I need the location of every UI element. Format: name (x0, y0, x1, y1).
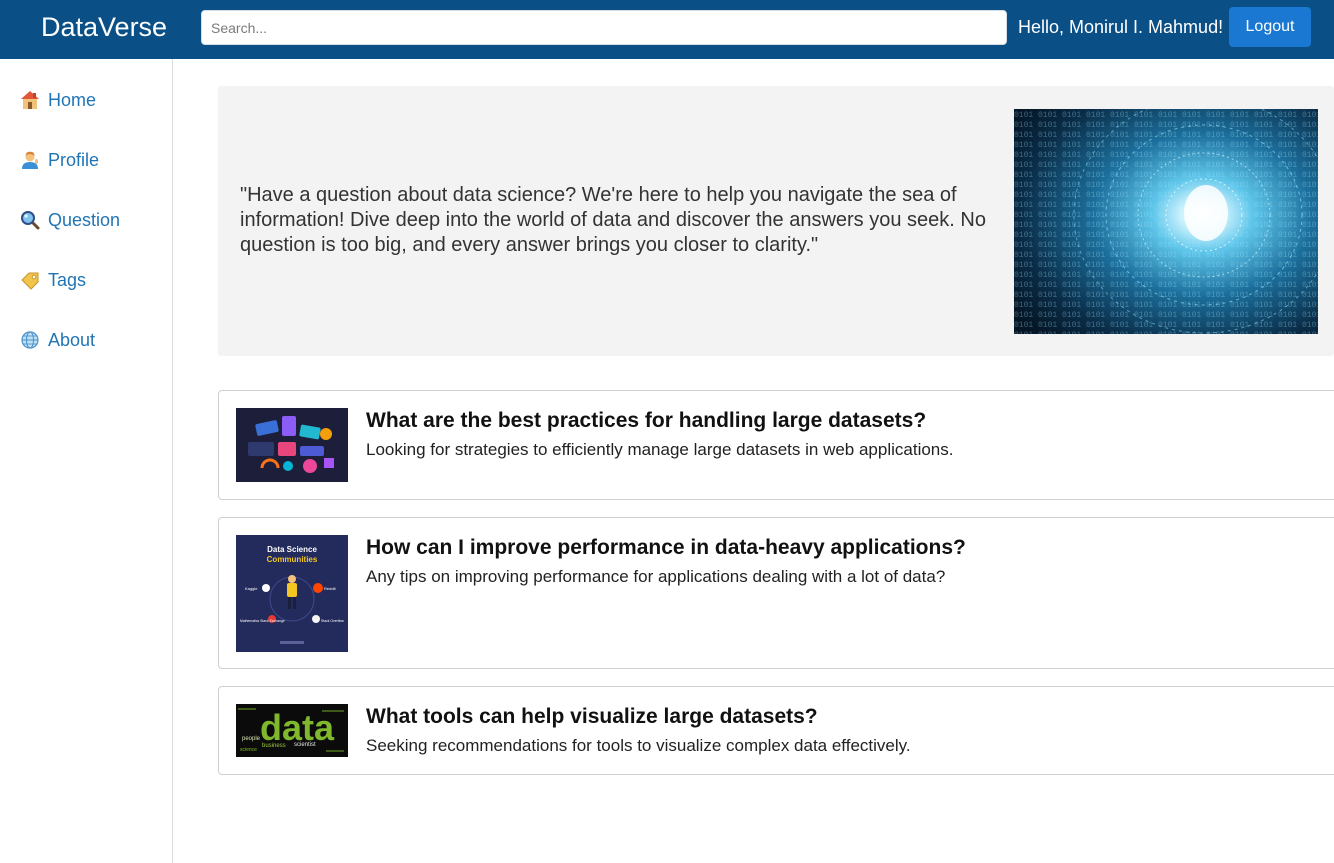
question-description: Seeking recommendations for tools to vis… (366, 736, 911, 755)
hero-banner: "Have a question about data science? We'… (218, 86, 1334, 356)
thumbnail-subtitle: Communities (267, 555, 318, 564)
word-cloud-word: science (240, 747, 257, 753)
sidebar-item-question[interactable]: Question (20, 205, 120, 235)
home-icon (20, 88, 48, 112)
search-input[interactable] (201, 10, 1007, 45)
magnifier-icon (20, 208, 48, 232)
sidebar-item-label: Tags (48, 269, 87, 290)
dashboard-thumbnail (236, 408, 348, 482)
sidebar-item-profile[interactable]: Profile (20, 145, 99, 175)
profile-icon (20, 148, 48, 172)
question-card[interactable]: Data Science Communities Kaggle Reddit M… (218, 517, 1334, 669)
top-navbar: DataVerse Hello, Monirul I. Mahmud! Logo… (0, 0, 1334, 59)
word-cloud-word: scientist (294, 742, 316, 748)
thumbnail-title: Data Science (267, 545, 317, 554)
question-description: Looking for strategies to efficiently ma… (366, 440, 954, 459)
brand-logo[interactable]: DataVerse (41, 10, 167, 44)
question-title[interactable]: What are the best practices for handling… (366, 408, 926, 434)
sidebar: Home Profile Question Tags About (0, 59, 173, 863)
data-tunnel-image: 0101 (1014, 109, 1318, 334)
globe-icon (20, 328, 48, 352)
hero-quote: "Have a question about data science? We'… (240, 184, 986, 256)
logout-button[interactable]: Logout (1229, 7, 1311, 47)
kaggle-label: Kaggle (245, 586, 258, 591)
sidebar-item-label: Profile (48, 149, 100, 170)
question-card[interactable]: What are the best practices for handling… (218, 390, 1334, 500)
sidebar-item-about[interactable]: About (20, 325, 95, 355)
question-card[interactable]: data people business scientist science W… (218, 686, 1334, 775)
sidebar-item-tags[interactable]: Tags (20, 265, 86, 295)
question-title[interactable]: How can I improve performance in data-he… (366, 535, 966, 561)
sidebar-item-label: Home (48, 89, 97, 110)
question-title[interactable]: What tools can help visualize large data… (366, 704, 818, 730)
tag-icon (20, 268, 48, 292)
sidebar-item-label: Question (48, 209, 121, 230)
sidebar-item-label: About (48, 329, 96, 350)
word-cloud-word: people (242, 736, 261, 742)
stack-overflow-label: Stack Overflow (321, 619, 344, 623)
math-stack-exchange-label: Mathematics Stack Exchange (240, 619, 285, 623)
sidebar-item-home[interactable]: Home (20, 85, 96, 115)
reddit-label: Reddit (324, 586, 336, 591)
user-greeting: Hello, Monirul I. Mahmud! (1018, 17, 1224, 37)
question-description: Any tips on improving performance for ap… (366, 567, 946, 586)
word-cloud-word: business (262, 743, 286, 749)
data-science-communities-thumbnail: Data Science Communities Kaggle Reddit M… (236, 535, 348, 652)
data-word-cloud-thumbnail: data people business scientist science (236, 704, 348, 757)
